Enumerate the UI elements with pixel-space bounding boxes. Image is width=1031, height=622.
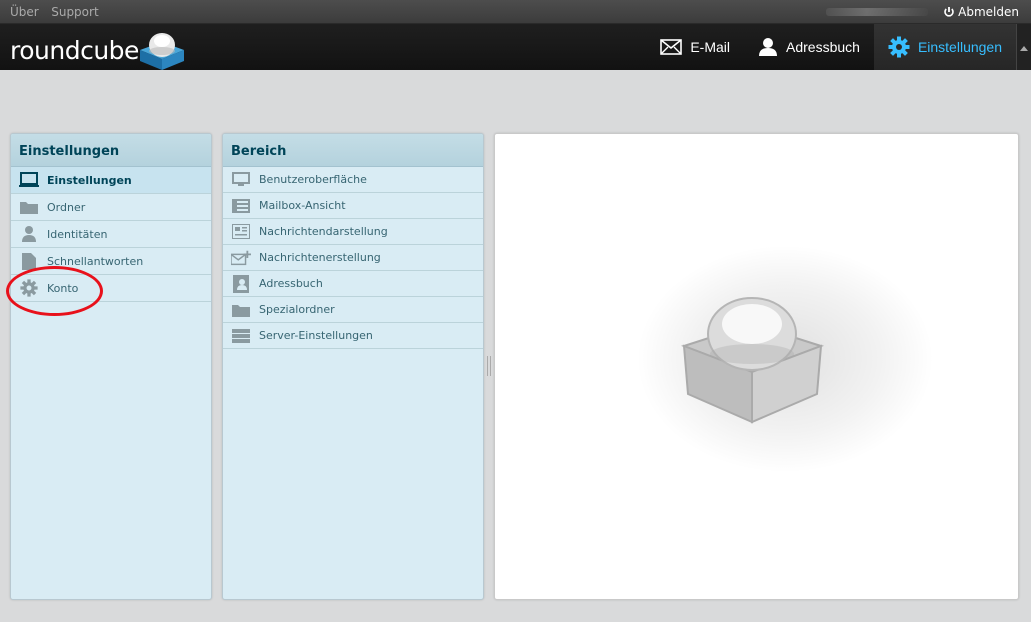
top-links: Über Support [10,5,108,19]
message-display-icon [231,223,251,241]
about-link[interactable]: Über [10,5,39,19]
collapse-header-button[interactable] [1016,24,1031,70]
roundcube-cube-icon [140,33,184,70]
section-item-compose[interactable]: Nachrichtenerstellung [223,245,483,271]
settings-item-identities[interactable]: Identitäten [11,221,211,248]
tab-addressbook-label: Adressbuch [786,39,860,55]
section-item-label: Mailbox-Ansicht [259,199,346,212]
settings-item-label: Einstellungen [47,173,132,187]
section-panel: Bereich Benutzeroberfläche Mailbox-Ansic… [222,133,484,600]
settings-item-responses[interactable]: Schnellantworten [11,248,211,275]
panel-splitter[interactable] [487,356,491,376]
section-panel-title: Bereich [223,134,483,167]
section-item-ui[interactable]: Benutzeroberfläche [223,167,483,193]
folder-icon [19,198,39,216]
tab-email-label: E-Mail [690,39,730,55]
mailbox-view-icon [231,197,251,215]
tab-addressbook[interactable]: Adressbuch [744,24,874,70]
roundcube-watermark-icon [680,297,825,424]
section-item-label: Benutzeroberfläche [259,173,367,186]
settings-panel-title: Einstellungen [11,134,211,167]
monitor-icon [231,171,251,189]
section-item-server-settings[interactable]: Server-Einstellungen [223,323,483,349]
section-item-message-display[interactable]: Nachrichtendarstellung [223,219,483,245]
settings-list: Einstellungen Ordner Identitäten Schnell… [11,167,211,302]
settings-item-label: Schnellantworten [47,254,144,268]
section-list: Benutzeroberfläche Mailbox-Ansicht Nachr… [223,167,483,349]
person-icon [759,38,777,56]
document-icon [19,252,39,270]
compose-mail-icon [231,249,251,267]
top-bar: Über Support Abmelden [0,0,1031,24]
mail-icon [660,39,683,55]
section-item-label: Adressbuch [259,277,323,290]
folder-icon [231,301,251,319]
settings-item-label: Ordner [47,200,86,214]
tab-settings[interactable]: Einstellungen [873,24,1016,70]
settings-item-folders[interactable]: Ordner [11,194,211,221]
section-item-label: Nachrichtenerstellung [259,251,381,264]
section-item-addressbook[interactable]: Adressbuch [223,271,483,297]
power-icon [944,7,954,17]
support-link[interactable]: Support [51,5,98,19]
settings-panel: Einstellungen Einstellungen Ordner Ident… [10,133,212,600]
section-item-special-folders[interactable]: Spezialordner [223,297,483,323]
username-blurred [826,8,928,16]
section-item-mailbox-view[interactable]: Mailbox-Ansicht [223,193,483,219]
logo-text: roundcube [10,36,139,65]
section-item-label: Spezialordner [259,303,335,316]
main-nav: E-Mail Adressbuch Einstellungen [646,24,1016,70]
settings-item-label: Konto [47,281,79,295]
settings-item-label: Identitäten [47,227,108,241]
tab-settings-label: Einstellungen [917,39,1002,55]
addressbook-icon [231,274,251,293]
server-icon [231,327,251,345]
logout-label: Abmelden [958,5,1019,19]
content-panel [494,133,1019,600]
monitor-icon [19,171,39,189]
settings-item-account[interactable]: Konto [11,275,211,302]
section-item-label: Server-Einstellungen [259,329,373,342]
identity-icon [19,225,39,243]
logout-button[interactable]: Abmelden [943,5,1019,19]
header: roundcube E-Mail Adressbuch Einstellunge… [0,24,1031,70]
gear-icon [19,279,39,297]
section-item-label: Nachrichtendarstellung [259,225,388,238]
gear-icon [888,36,910,58]
tab-email[interactable]: E-Mail [646,24,744,70]
roundcube-logo[interactable]: roundcube [10,26,190,70]
settings-item-preferences[interactable]: Einstellungen [11,167,211,194]
